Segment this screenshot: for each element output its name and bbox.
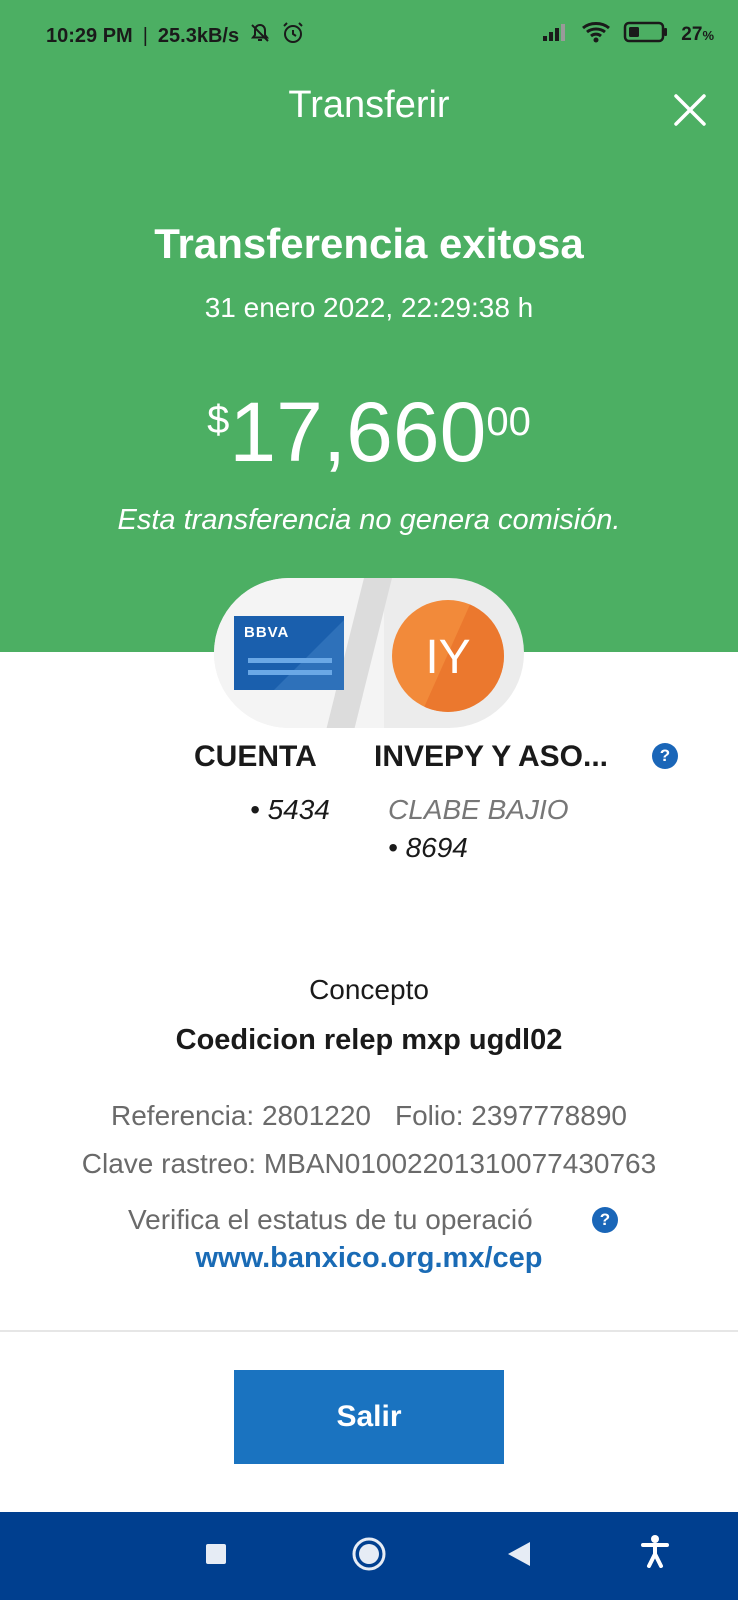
back-button[interactable]: [506, 1540, 532, 1573]
close-button[interactable]: [668, 88, 712, 132]
from-account-name: CUENTA: [194, 740, 317, 773]
verify-status-text: Verifica el estatus de tu operació: [128, 1204, 533, 1235]
battery-percentage-unit: %: [702, 28, 714, 43]
reference-number: Referencia: 2801220: [111, 1100, 371, 1131]
amount-cents: 00: [486, 400, 531, 444]
accounts-pill: BBVA IY: [214, 578, 524, 728]
verify-help-icon[interactable]: ?: [592, 1207, 618, 1233]
accessibility-icon: [641, 1535, 669, 1568]
wifi-icon: [581, 20, 611, 50]
concept-value: Coedicion relep mxp ugdl02: [175, 1024, 563, 1056]
card-stripes-icon: [248, 620, 344, 690]
battery-percentage-value: 27: [681, 24, 703, 45]
alarm-clock-icon: [281, 21, 305, 51]
to-account-bank: CLABE BAJIO: [388, 794, 569, 825]
recipient-avatar: IY: [392, 600, 504, 712]
transfer-amount: $17,66000: [0, 390, 738, 474]
recents-button[interactable]: [204, 1542, 228, 1571]
status-separator: |: [142, 24, 148, 47]
concept-label: Concepto: [309, 974, 429, 1005]
home-button[interactable]: [351, 1536, 387, 1577]
tracking-key: Clave rastreo: MBAN01002201310077430763: [81, 1148, 657, 1179]
from-account-number: • 5434: [250, 794, 330, 825]
bbva-card-logo: BBVA: [234, 616, 344, 690]
avatar-initials: IY: [425, 631, 471, 684]
status-time: 10:29 PM: [46, 24, 133, 47]
transfer-datetime: 31 enero 2022, 22:29:38 h: [204, 292, 534, 323]
reference-folio-line: Referencia: 2801220 Folio: 2397778890: [0, 1100, 738, 1132]
banxico-cep-link[interactable]: www.banxico.org.mx/cep: [0, 1242, 738, 1275]
accessibility-button[interactable]: [640, 1534, 670, 1573]
commission-note: Esta transferencia no genera comisión.: [117, 504, 621, 536]
square-icon: [206, 1544, 226, 1564]
to-account-number: • 8694: [388, 832, 468, 863]
back-triangle-icon: [508, 1542, 530, 1566]
system-navigation-bar: [0, 1512, 738, 1600]
footer-divider: [0, 1330, 738, 1332]
page-title: Transferir: [288, 84, 450, 126]
close-icon: [674, 94, 706, 126]
home-circle-icon: [352, 1537, 386, 1571]
battery-percentage: 27%: [681, 24, 714, 46]
status-bar-right: 27%: [541, 20, 714, 50]
folio-number: Folio: 2397778890: [395, 1100, 627, 1131]
battery-icon: [623, 21, 669, 49]
amount-main: 17,660: [229, 385, 487, 479]
status-bar: 10:29 PM | 25.3kB/s 27%: [0, 0, 738, 70]
bell-muted-icon: [249, 22, 271, 50]
success-title: Transferencia exitosa: [154, 220, 584, 267]
status-bar-left: 10:29 PM | 25.3kB/s: [46, 21, 305, 51]
cell-signal-icon: [541, 22, 569, 48]
amount-currency: $: [207, 398, 230, 442]
status-network-speed: 25.3kB/s: [157, 24, 240, 47]
exit-button[interactable]: Salir: [234, 1370, 504, 1464]
recipient-help-icon[interactable]: ?: [652, 743, 678, 769]
to-account-name: INVEPY Y ASO...: [374, 740, 608, 773]
